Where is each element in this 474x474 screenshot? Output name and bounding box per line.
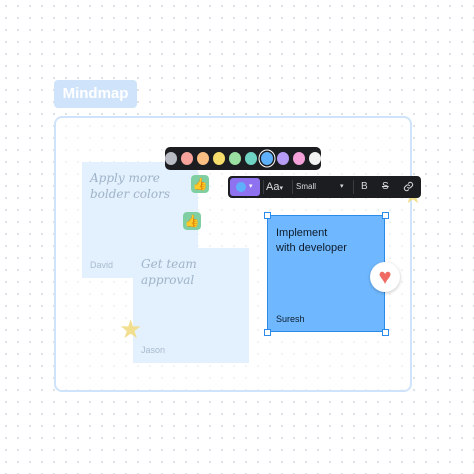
toolbar-divider [263, 180, 264, 194]
font-size-value: Small [296, 182, 317, 191]
color-palette [165, 147, 321, 170]
color-swatch-orange[interactable] [197, 152, 209, 165]
chevron-down-icon: ▾ [249, 183, 253, 190]
toolbar-divider [292, 180, 293, 194]
resize-handle-bottom-right[interactable] [382, 329, 389, 336]
resize-handle-top-right[interactable] [382, 212, 389, 219]
sticky-note-line: bolder colors [90, 187, 170, 201]
color-swatch-white[interactable] [309, 152, 321, 165]
sticky-note[interactable]: Get team approval Jason [133, 248, 249, 363]
color-swatch-gray[interactable] [165, 152, 177, 165]
color-swatch-red[interactable] [181, 152, 193, 165]
font-size-select[interactable]: Small ▾ [296, 176, 350, 198]
color-swatch-teal[interactable] [245, 152, 257, 165]
selected-sticky-note[interactable]: Implement with developer Suresh [267, 215, 385, 332]
strikethrough-button[interactable]: S [382, 176, 394, 198]
heart-icon[interactable]: ♥ [370, 262, 400, 292]
link-button[interactable] [403, 176, 417, 198]
color-swatch-pink[interactable] [293, 152, 305, 165]
sticky-note-author: Jason [141, 345, 166, 355]
color-swatch-blue[interactable] [261, 152, 273, 165]
color-swatch-purple[interactable] [277, 152, 289, 165]
sticky-note-line: Get team [141, 257, 197, 271]
chevron-down-icon: ▾ [340, 183, 344, 190]
sticky-note-line: Implement [276, 227, 328, 239]
color-picker-button[interactable]: ▾ [230, 178, 260, 196]
star-icon[interactable]: ★ [119, 316, 142, 342]
resize-handle-top-left[interactable] [264, 212, 271, 219]
sticky-note-line: approval [141, 273, 195, 287]
sticky-note-author: Suresh [276, 314, 305, 324]
link-icon [403, 181, 414, 192]
color-swatch-yellow[interactable] [213, 152, 225, 165]
sticky-note-line: with developer [276, 242, 347, 254]
thumbs-up-icon[interactable]: 👍 [183, 212, 201, 230]
resize-handle-bottom-left[interactable] [264, 329, 271, 336]
color-swatch [236, 182, 246, 192]
sticky-note-author: David [90, 260, 114, 270]
sticky-note-text: Get team approval [141, 256, 243, 288]
font-label: Aa [266, 181, 280, 193]
frame-label[interactable]: Mindmap [54, 80, 137, 108]
font-button[interactable]: Aa▾ [266, 176, 290, 198]
sticky-note-line: Apply more [90, 171, 160, 185]
thumbs-up-icon[interactable]: 👍 [191, 175, 209, 193]
text-toolbar: ▾ Aa▾ Small ▾ B S [228, 176, 421, 198]
toolbar-divider [353, 180, 354, 194]
sticky-note-text: Apply more bolder colors [90, 170, 192, 202]
sticky-note-text[interactable]: Implement with developer [276, 226, 347, 256]
color-swatch-green[interactable] [229, 152, 241, 165]
bold-button[interactable]: B [361, 176, 373, 198]
chevron-down-icon: ▾ [279, 185, 283, 192]
